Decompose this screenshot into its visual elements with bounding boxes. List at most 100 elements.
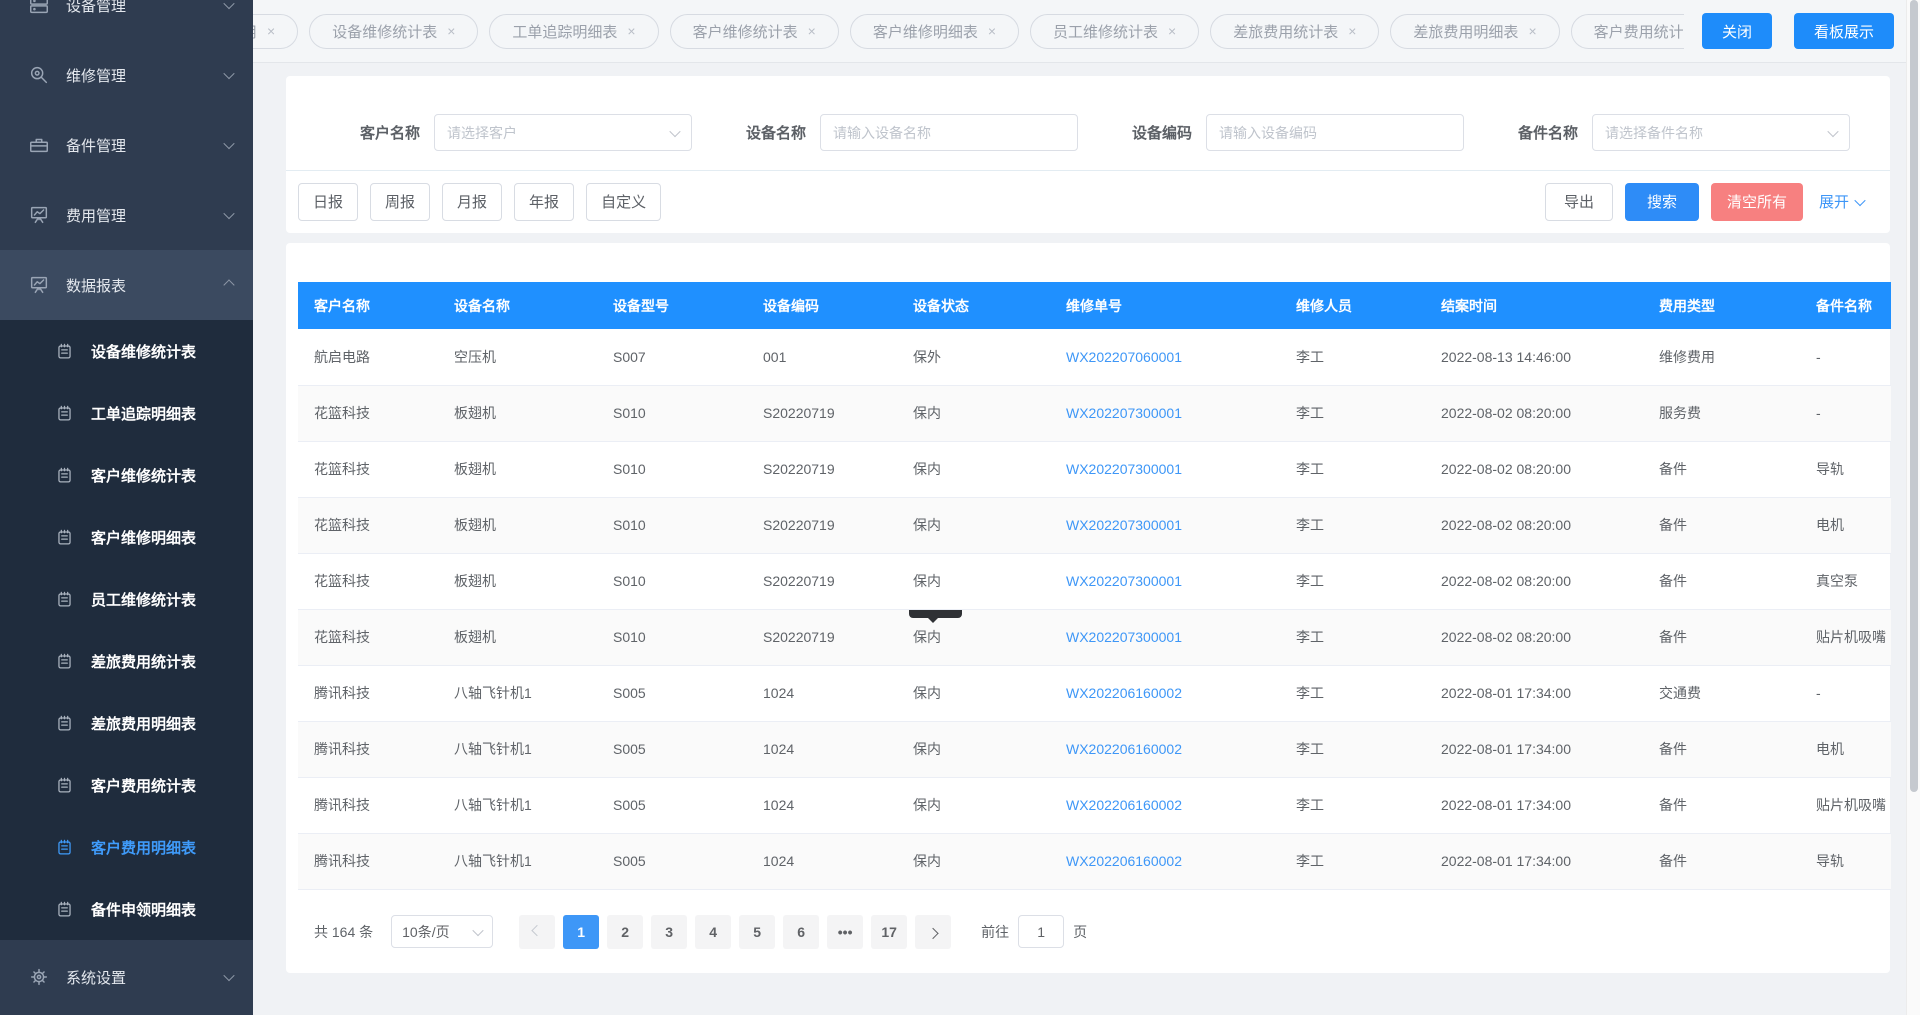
- close-icon[interactable]: ×: [1348, 24, 1356, 38]
- page-number-button[interactable]: 2: [607, 915, 643, 949]
- tab[interactable]: 客户维修明细表×: [850, 14, 1019, 49]
- text-input[interactable]: [1219, 125, 1451, 141]
- tab[interactable]: 客户费用统计表×: [1571, 14, 1684, 49]
- period-button[interactable]: 年报: [514, 183, 574, 221]
- page-number-button[interactable]: 4: [695, 915, 731, 949]
- tab[interactable]: 工单追踪明细表×: [489, 14, 658, 49]
- device-icon: [28, 0, 50, 16]
- table-cell: S010: [597, 553, 747, 609]
- table-cell: WX202207300001: [1050, 497, 1280, 553]
- tab-clipped[interactable]: 用×: [253, 14, 298, 49]
- scrollbar-thumb[interactable]: [1910, 0, 1918, 792]
- period-button[interactable]: 月报: [442, 183, 502, 221]
- page-size-select[interactable]: 10条/页: [391, 915, 493, 948]
- filter-select[interactable]: 请选择备件名称: [1592, 114, 1850, 151]
- page-number-button[interactable]: 1: [563, 915, 599, 949]
- close-icon[interactable]: ×: [808, 24, 816, 38]
- table-cell: 板翅机: [438, 385, 597, 441]
- sidebar-subitem[interactable]: 差旅费用明细表: [0, 692, 253, 754]
- close-icon[interactable]: ×: [1528, 24, 1536, 38]
- table-row: 花篮科技板翅机S010S20220719保内WX202207300001李工20…: [298, 497, 1891, 553]
- sidebar-subitem[interactable]: 客户维修明细表: [0, 506, 253, 568]
- work-order-link[interactable]: WX202207300001: [1066, 461, 1182, 477]
- work-order-link[interactable]: WX202206160002: [1066, 797, 1182, 813]
- column-header: 结案时间: [1425, 282, 1643, 329]
- next-page-button[interactable]: [915, 915, 951, 949]
- page-number-button[interactable]: 3: [651, 915, 687, 949]
- close-icon[interactable]: ×: [447, 24, 455, 38]
- text-input[interactable]: [833, 125, 1065, 141]
- table-row: 花篮科技板翅机S010S20220719保内1001WX202207300001…: [298, 609, 1891, 665]
- board-display-button[interactable]: 看板展示: [1794, 13, 1894, 49]
- sidebar-subitem[interactable]: 设备维修统计表: [0, 320, 253, 382]
- search-button[interactable]: 搜索: [1625, 183, 1699, 221]
- total-count: 共 164 条: [314, 922, 373, 942]
- filter-select[interactable]: 请选择客户: [434, 114, 692, 151]
- export-button[interactable]: 导出: [1545, 183, 1613, 221]
- table-cell: 真空泵: [1800, 553, 1891, 609]
- work-order-link[interactable]: WX202206160002: [1066, 853, 1182, 869]
- sidebar-item-settings[interactable]: 系统设置: [0, 942, 253, 1012]
- period-button[interactable]: 自定义: [586, 183, 661, 221]
- notebook-icon: [55, 900, 74, 919]
- more-pages-button[interactable]: •••: [827, 915, 863, 949]
- sidebar-item-device[interactable]: 设备管理: [0, 0, 253, 40]
- tab[interactable]: 客户维修统计表×: [670, 14, 839, 49]
- work-order-link[interactable]: WX202207300001: [1066, 629, 1182, 645]
- prev-page-button[interactable]: [519, 915, 555, 949]
- sidebar-item-parts[interactable]: 备件管理: [0, 110, 253, 180]
- tab[interactable]: 差旅费用明细表 ×: [1390, 14, 1559, 49]
- filter-input[interactable]: [1206, 114, 1464, 151]
- sidebar-item-expense[interactable]: 费用管理: [0, 180, 253, 250]
- work-order-link[interactable]: WX202207060001: [1066, 349, 1182, 365]
- close-icon[interactable]: ×: [988, 24, 996, 38]
- table-cell: 李工: [1280, 497, 1425, 553]
- close-icon[interactable]: ×: [267, 24, 275, 38]
- work-order-link[interactable]: WX202207300001: [1066, 517, 1182, 533]
- work-order-link[interactable]: WX202206160002: [1066, 741, 1182, 757]
- table-cell: -: [1800, 329, 1891, 385]
- sidebar-subitem-label: 差旅费用统计表: [91, 651, 196, 672]
- sidebar-subitem[interactable]: 差旅费用统计表: [0, 630, 253, 692]
- table-cell: 李工: [1280, 553, 1425, 609]
- table-cell: WX202206160002: [1050, 665, 1280, 721]
- sidebar-subitem[interactable]: 备件申领明细表: [0, 878, 253, 940]
- chevron-down-icon: [223, 208, 234, 219]
- close-button[interactable]: 关闭: [1702, 13, 1772, 49]
- table-cell: S20220719: [747, 553, 897, 609]
- sidebar-subitem[interactable]: 客户维修统计表: [0, 444, 253, 506]
- page-number-button[interactable]: 17: [871, 915, 907, 949]
- main-area: 用× 设备维修统计表× 工单追踪明细表× 客户维修统计表× 客户维修明细表× 员工维修统计…: [253, 0, 1920, 1015]
- table-cell: 备件: [1643, 777, 1800, 833]
- sidebar-subitem[interactable]: 客户费用明细表: [0, 816, 253, 878]
- tab[interactable]: 设备维修统计表×: [309, 14, 478, 49]
- sidebar-subitem[interactable]: 员工维修统计表: [0, 568, 253, 630]
- page-number-button[interactable]: 6: [783, 915, 819, 949]
- table-cell: 保内: [897, 833, 1050, 889]
- expand-toggle[interactable]: 展开: [1819, 191, 1864, 212]
- filter-input[interactable]: [820, 114, 1078, 151]
- sidebar-subitem[interactable]: 客户费用统计表: [0, 754, 253, 816]
- period-button[interactable]: 日报: [298, 183, 358, 221]
- goto-page-input[interactable]: [1018, 915, 1064, 948]
- tab[interactable]: 员工维修统计表×: [1030, 14, 1199, 49]
- sidebar-item-report[interactable]: 数据报表: [0, 250, 253, 320]
- chevron-down-icon: [223, 0, 234, 9]
- clear-all-button[interactable]: 清空所有: [1711, 183, 1803, 221]
- sidebar-subitem-label: 客户费用统计表: [91, 775, 196, 796]
- sidebar-item-repair[interactable]: 维修管理: [0, 40, 253, 110]
- close-icon[interactable]: ×: [1168, 24, 1176, 38]
- period-button[interactable]: 周报: [370, 183, 430, 221]
- sidebar-subitem[interactable]: 工单追踪明细表: [0, 382, 253, 444]
- work-order-link[interactable]: WX202206160002: [1066, 685, 1182, 701]
- work-order-link[interactable]: WX202207300001: [1066, 405, 1182, 421]
- close-icon[interactable]: ×: [627, 24, 635, 38]
- filter-fields: 客户名称请选择客户设备名称设备编码备件名称请选择备件名称: [286, 114, 1890, 151]
- table-cell: 保内1001: [897, 609, 1050, 665]
- page-number-button[interactable]: 5: [739, 915, 775, 949]
- tab[interactable]: 差旅费用统计表×: [1210, 14, 1379, 49]
- table-cell: 花篮科技: [298, 553, 438, 609]
- work-order-link[interactable]: WX202207300001: [1066, 573, 1182, 589]
- table-cell: 腾讯科技: [298, 721, 438, 777]
- tab-label: 差旅费用明细表: [1413, 21, 1518, 42]
